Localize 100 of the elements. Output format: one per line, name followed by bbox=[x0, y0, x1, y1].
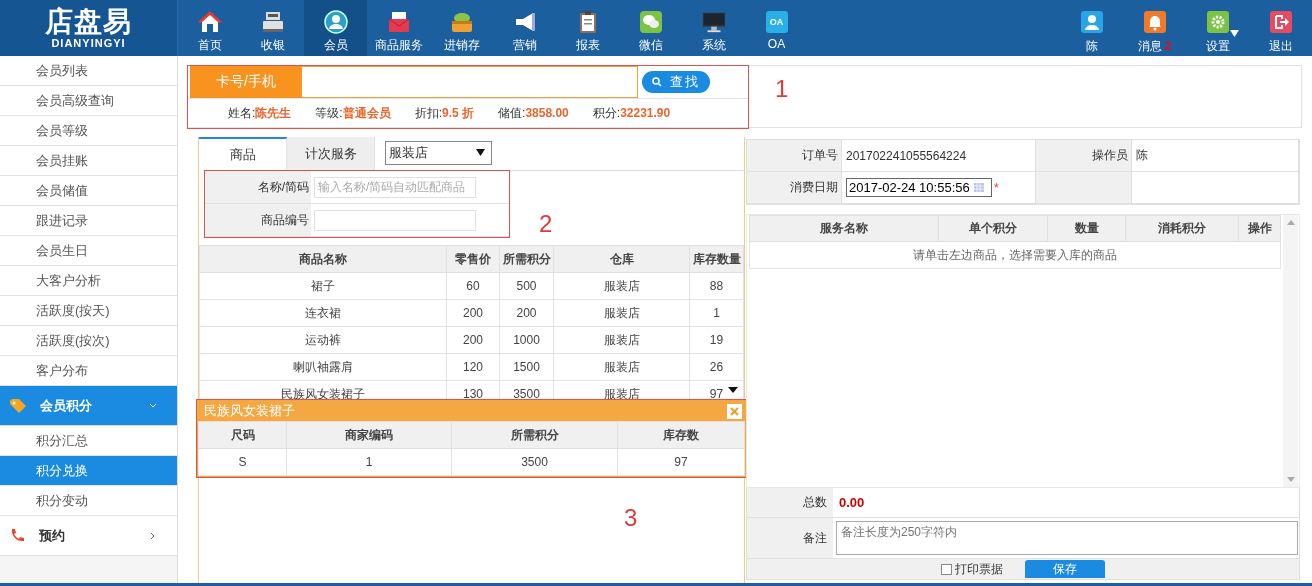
nav-tab[interactable]: 会员 bbox=[304, 0, 367, 56]
table-cell: 200 bbox=[499, 299, 554, 327]
sidebar-item[interactable]: 会员列表 bbox=[0, 56, 177, 86]
nav-tab[interactable]: 进销存 bbox=[430, 0, 493, 56]
column-header: 服务名称 bbox=[749, 215, 939, 242]
store-select[interactable]: 服装店 bbox=[385, 140, 492, 165]
column-header: 库存数 bbox=[617, 421, 745, 449]
sidebar-item[interactable]: 会员挂账 bbox=[0, 146, 177, 176]
table-row[interactable]: 运动裤 200 1000 服装店 19 bbox=[199, 326, 744, 354]
note-field[interactable]: 备注长度为250字符内 bbox=[836, 521, 1298, 555]
date-field[interactable]: 2017-02-24 10:55:56 bbox=[846, 178, 992, 197]
input-field[interactable] bbox=[314, 209, 476, 231]
column-header: 单个积分 bbox=[938, 215, 1048, 242]
column-header: 商品名称 bbox=[199, 245, 447, 273]
sidebar-item[interactable]: 会员高级查询 bbox=[0, 86, 177, 116]
save-button[interactable]: 保存 bbox=[1025, 560, 1105, 578]
logo-subtitle: DIANYINGYI bbox=[51, 37, 126, 49]
table-cell: 120 bbox=[446, 353, 500, 381]
header-menu-item[interactable]: 退出 bbox=[1249, 0, 1312, 56]
sidebar-item[interactable]: 跟进记录 bbox=[0, 206, 177, 236]
table-cell: 运动裤 bbox=[199, 326, 447, 354]
sidebar-item[interactable]: 活跃度(按天) bbox=[0, 296, 177, 326]
scrollbar[interactable] bbox=[1283, 215, 1298, 487]
table-cell: 1 bbox=[713, 306, 720, 320]
table-cell: 服装店 bbox=[553, 353, 690, 381]
nav-tab[interactable]: 首页 bbox=[178, 0, 241, 56]
header-menu-item[interactable]: 设置 bbox=[1186, 0, 1249, 56]
required-mark: * bbox=[994, 180, 999, 195]
sidebar-item[interactable]: 会员生日 bbox=[0, 236, 177, 266]
sidebar-item[interactable]: 大客户分析 bbox=[0, 266, 177, 296]
sidebar-item[interactable]: 积分变动 bbox=[0, 486, 177, 516]
field-label: 卡号/手机 bbox=[190, 66, 302, 98]
form-label: 备注 bbox=[747, 518, 833, 558]
column-header: 尺码 bbox=[198, 421, 287, 449]
annotation-number: 1 bbox=[775, 76, 789, 102]
column-header: 所需积分 bbox=[451, 421, 618, 449]
table-cell: 26 bbox=[709, 360, 724, 374]
search-button[interactable]: 查找 bbox=[642, 71, 710, 93]
table-cell: 1000 bbox=[499, 326, 554, 354]
total-value: 0.00 bbox=[838, 494, 865, 512]
member-info: 等级:普通会员 bbox=[315, 104, 391, 122]
form-label: 订单号 bbox=[747, 140, 842, 172]
table-cell: 19 bbox=[709, 333, 724, 347]
table-row[interactable]: 喇叭袖露肩 120 1500 服装店 26 bbox=[199, 353, 744, 381]
gear-icon bbox=[1206, 11, 1229, 33]
empty-message: 请单击左边商品，选择需要入库的商品 bbox=[749, 241, 1281, 269]
field-value: 陈 bbox=[1132, 140, 1299, 172]
caret-icon bbox=[1230, 30, 1239, 37]
input-field[interactable]: 输入名称/简码自动匹配商品 bbox=[314, 176, 476, 198]
table-row[interactable]: 裙子 60 500 服装店 88 bbox=[199, 272, 744, 300]
logo-title: 店盘易 bbox=[45, 7, 132, 37]
table-cell: 服装店 bbox=[553, 299, 690, 327]
close-button[interactable] bbox=[727, 403, 742, 419]
nav-tab[interactable]: 收银 bbox=[241, 0, 304, 56]
sidebar-group[interactable]: 预约 bbox=[0, 516, 177, 556]
table-cell: 97 bbox=[709, 387, 724, 401]
table-cell: 1500 bbox=[499, 353, 554, 381]
table-row[interactable]: 连衣裙 200 200 服装店 1 bbox=[199, 299, 744, 327]
sidebar-item[interactable]: 积分汇总 bbox=[0, 426, 177, 456]
table-cell: 服装店 bbox=[553, 326, 690, 354]
caret-icon bbox=[728, 387, 738, 393]
nav-tab[interactable]: 商品服务 bbox=[367, 0, 430, 56]
nav-tab[interactable]: 营销 bbox=[493, 0, 556, 56]
chat-icon bbox=[638, 10, 663, 34]
cash-register-icon bbox=[260, 10, 285, 34]
header-menu-item[interactable]: 陈 bbox=[1060, 0, 1123, 56]
sidebar-group[interactable]: 会员积分 bbox=[0, 386, 177, 426]
table-cell: 1 bbox=[286, 448, 452, 476]
table-cell: 97 bbox=[617, 448, 745, 476]
nav-tab[interactable]: 微信 bbox=[619, 0, 682, 56]
person-icon bbox=[1080, 11, 1103, 33]
table-cell: 连衣裙 bbox=[199, 299, 447, 327]
tag-icon bbox=[10, 398, 26, 413]
card-number-field[interactable] bbox=[302, 66, 638, 98]
annotation-number: 3 bbox=[624, 505, 638, 531]
print-checkbox[interactable]: 打印票据 bbox=[941, 560, 1003, 578]
table-cell: 服装店 bbox=[553, 272, 690, 300]
person-icon bbox=[323, 10, 348, 34]
sidebar-item[interactable]: 活跃度(按次) bbox=[0, 326, 177, 356]
table-cell: 60 bbox=[446, 272, 500, 300]
app-badge: OA bbox=[765, 11, 788, 33]
nav-tab[interactable]: 系统 bbox=[682, 0, 745, 56]
phone-icon bbox=[10, 528, 25, 543]
header-menu-item[interactable]: 消息 2 bbox=[1123, 0, 1186, 56]
sidebar-item[interactable]: 会员储值 bbox=[0, 176, 177, 206]
member-info: 姓名:陈先生 bbox=[228, 104, 292, 122]
table-cell: 200 bbox=[446, 299, 500, 327]
member-info: 积分:32231.90 bbox=[592, 104, 671, 122]
sidebar-item[interactable]: 会员等级 bbox=[0, 116, 177, 146]
sidebar-item[interactable]: 积分兑换 bbox=[0, 456, 177, 486]
tab[interactable]: 商品 bbox=[199, 136, 287, 171]
nav-tab[interactable]: OA OA bbox=[745, 0, 808, 56]
tab[interactable]: 计次服务 bbox=[287, 136, 375, 171]
nav-tab[interactable]: 报表 bbox=[556, 0, 619, 56]
column-header: 仓库 bbox=[553, 245, 690, 273]
column-header: 所需积分 bbox=[499, 245, 554, 273]
column-header: 消耗积分 bbox=[1125, 215, 1239, 242]
table-cell: 200 bbox=[446, 326, 500, 354]
sidebar-item[interactable]: 客户分布 bbox=[0, 356, 177, 386]
table-cell: 3500 bbox=[451, 448, 618, 476]
